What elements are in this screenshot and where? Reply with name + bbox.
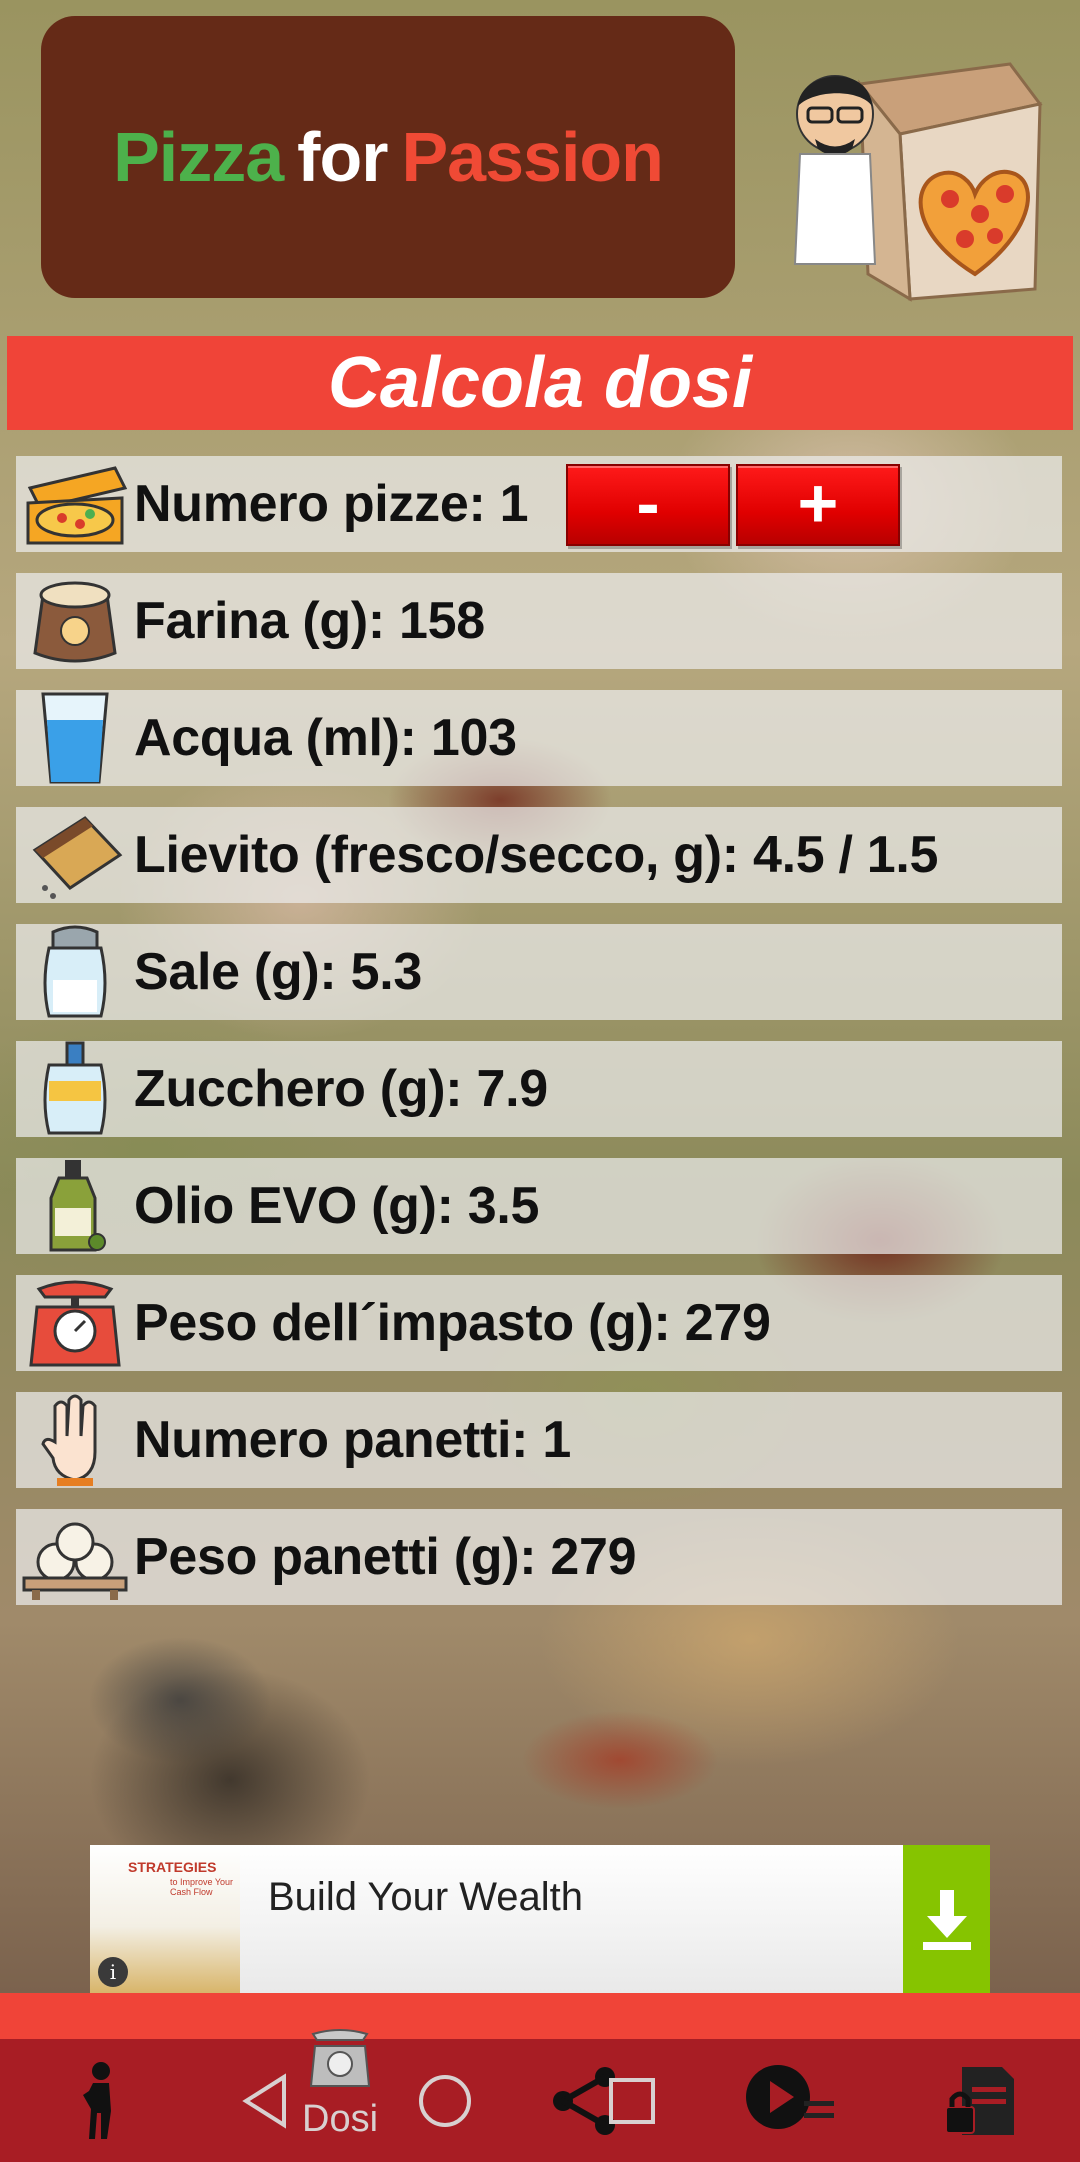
back-icon[interactable] [230,2039,300,2162]
dough-balls-icon [16,1509,134,1605]
decrease-button[interactable]: - [566,464,730,546]
ad-thumb-title: STRATEGIES [128,1859,217,1875]
nav-dosi-label[interactable]: Dosi [302,2098,378,2141]
kitchen-scale-icon [16,1275,134,1371]
row-farina: Farina (g): 158 [16,573,1062,669]
row-label: Olio EVO (g): 3.5 [134,1177,540,1235]
salt-shaker-icon [16,924,134,1020]
ad-headline: Build Your Wealth [268,1875,584,1919]
play-list-icon[interactable] [740,2039,840,2162]
yeast-packet-icon [16,807,134,903]
app-title-for: for [297,118,388,196]
row-label: Acqua (ml): 103 [134,709,517,767]
row-zucchero: Zucchero (g): 7.9 [16,1041,1062,1137]
row-lievito: Lievito (fresco/secco, g): 4.5 / 1.5 [16,807,1062,903]
person-icon[interactable] [60,2039,140,2162]
ad-thumbnail: STRATEGIES to Improve Your Cash Flow i [90,1845,240,1993]
bottom-nav-strip [0,1993,1080,2039]
chef-pizza-box-icon [793,62,1043,302]
row-olio: Olio EVO (g): 3.5 [16,1158,1062,1254]
app-title-passion: Passion [401,118,663,196]
row-peso-impasto: Peso dell´impasto (g): 279 [16,1275,1062,1371]
scale-icon[interactable] [300,2019,380,2099]
document-lock-icon[interactable] [940,2039,1020,2162]
app-title-box: Pizza for Passion [41,16,735,298]
sugar-jar-icon [16,1041,134,1137]
row-acqua: Acqua (ml): 103 [16,690,1062,786]
section-title: Calcola dosi [7,336,1073,430]
app-title-pizza: Pizza [113,118,284,196]
row-label: Farina (g): 158 [134,592,485,650]
bottom-nav [0,2029,1080,2162]
row-label: Peso dell´impasto (g): 279 [134,1294,771,1352]
download-icon[interactable] [903,1845,990,1993]
ad-info-icon[interactable]: i [98,1957,128,1987]
flour-sack-icon [16,573,134,669]
increase-button[interactable]: + [736,464,900,546]
row-label: Numero pizze: 1 [134,475,529,533]
hand-count-icon [16,1392,134,1488]
home-icon[interactable] [410,2039,480,2162]
row-label: Peso panetti (g): 279 [134,1528,637,1586]
row-numero-pizze: Numero pizze: 1 - + [16,456,1062,552]
ad-thumb-subtitle: to Improve Your Cash Flow [170,1877,234,1897]
row-label: Numero panetti: 1 [134,1411,571,1469]
row-sale: Sale (g): 5.3 [16,924,1062,1020]
pizza-box-icon [16,456,134,552]
row-label: Sale (g): 5.3 [134,943,422,1001]
row-numero-panetti: Numero panetti: 1 [16,1392,1062,1488]
row-label: Lievito (fresco/secco, g): 4.5 / 1.5 [134,826,939,884]
olive-oil-icon [16,1158,134,1254]
ad-banner[interactable]: STRATEGIES to Improve Your Cash Flow i B… [90,1845,990,1993]
recents-icon[interactable] [597,2039,667,2162]
water-glass-icon [16,690,134,786]
row-label: Zucchero (g): 7.9 [134,1060,548,1118]
row-peso-panetti: Peso panetti (g): 279 [16,1509,1062,1605]
